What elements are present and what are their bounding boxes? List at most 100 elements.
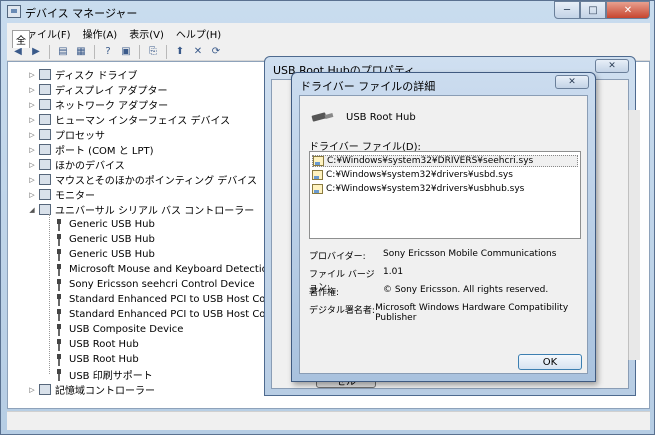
action-pane-icon[interactable]: ▣ <box>119 45 133 59</box>
help-icon[interactable]: ? <box>101 45 115 59</box>
tree-label: Generic USB Hub <box>69 249 155 260</box>
driver-file-path: C:¥Windows¥system32¥drivers¥usbhub.sys <box>326 184 525 194</box>
dialog-body: USB Root Hub ドライバー ファイル(D): C:¥Windows¥s… <box>299 95 588 374</box>
device-manager-icon <box>7 5 21 18</box>
tree-device-item[interactable]: Generic USB Hub <box>53 247 155 262</box>
properties-scrollbar[interactable] <box>628 110 640 360</box>
tree-label: Sony Ericsson seehcri Control Device <box>69 279 255 290</box>
tree-category-storage[interactable]: ▷ 記憶域コントローラー <box>28 382 155 397</box>
expand-arrow-icon[interactable]: ▷ <box>28 116 36 124</box>
tree-device-item[interactable]: Generic USB Hub <box>53 232 155 247</box>
usb-plug-icon <box>55 353 63 366</box>
usb-plug-icon <box>55 218 63 231</box>
tree-device-item[interactable]: USB Root Hub <box>53 352 139 367</box>
expand-arrow-icon[interactable]: ▷ <box>28 176 36 184</box>
tree-label: USB Root Hub <box>69 339 139 350</box>
tree-device-item[interactable]: Standard Enhanced PCI to USB Host Contro… <box>53 307 297 322</box>
tree-device-item[interactable]: USB Composite Device <box>53 322 183 337</box>
hid-icon <box>39 114 51 125</box>
tree-category-port[interactable]: ▷ ポート (COM と LPT) <box>28 142 154 157</box>
copyright-value: © Sony Ericsson. All rights reserved. <box>383 285 549 295</box>
tree-category-processor[interactable]: ▷ プロセッサ <box>28 127 105 142</box>
expand-arrow-icon[interactable]: ▷ <box>28 146 36 154</box>
usb-plug-icon <box>55 248 63 261</box>
provider-row: プロバイダー: Sony Ericsson Mobile Communicati… <box>309 249 556 263</box>
tree-label: Generic USB Hub <box>69 219 155 230</box>
update-driver-icon[interactable]: ⬆ <box>173 45 187 59</box>
driver-file-path: C:¥Windows¥system32¥DRIVERS¥seehcri.sys <box>327 156 534 166</box>
tree-category-other[interactable]: ▷ ほかのデバイス <box>28 157 125 172</box>
disable-device-icon[interactable]: ⟳ <box>209 45 223 59</box>
show-hide-console-tree-icon[interactable]: ▤ <box>56 45 70 59</box>
properties-close-button[interactable]: ✕ <box>595 59 629 73</box>
tree-label: ディスプレイ アダプター <box>55 86 168 97</box>
dialog-close-button[interactable]: ✕ <box>555 75 589 89</box>
expand-arrow-icon[interactable]: ▷ <box>28 191 36 199</box>
expand-arrow-icon[interactable]: ▷ <box>28 101 36 109</box>
toolbar-separator <box>166 44 167 59</box>
usb-plug-icon <box>55 338 63 351</box>
driver-file-details-dialog: ドライバー ファイルの詳細 ✕ USB Root Hub ドライバー ファイル(… <box>291 72 596 382</box>
title-bar[interactable]: デバイス マネージャー ─ □ ✕ <box>1 1 654 23</box>
menu-view[interactable]: 表示(V) <box>123 26 170 41</box>
tree-category-hid[interactable]: ▷ ヒューマン インターフェイス デバイス <box>28 112 230 127</box>
usb-plug-icon <box>55 233 63 246</box>
uninstall-icon[interactable]: ✕ <box>191 45 205 59</box>
toolbar-separator <box>94 44 95 59</box>
tree-category-usb[interactable]: ◢ ユニバーサル シリアル バス コントローラー <box>28 202 254 217</box>
tab-general[interactable]: 全 <box>12 30 30 48</box>
other-device-icon <box>39 159 51 170</box>
close-button[interactable]: ✕ <box>606 1 650 19</box>
provider-value: Sony Ericsson Mobile Communications <box>383 249 557 259</box>
tree-connector-line <box>49 214 50 374</box>
version-row: ファイル バージョン: 1.01 <box>309 267 403 293</box>
expand-arrow-icon[interactable]: ▷ <box>28 86 36 94</box>
tree-label: Generic USB Hub <box>69 234 155 245</box>
collapse-arrow-icon[interactable]: ◢ <box>28 206 36 214</box>
toolbar-separator <box>49 44 50 59</box>
expand-arrow-icon[interactable]: ▷ <box>28 71 36 79</box>
tree-category-network[interactable]: ▷ ネットワーク アダプター <box>28 97 168 112</box>
tree-label: 記憶域コントローラー <box>55 386 155 397</box>
forward-icon[interactable]: ▶ <box>29 45 43 59</box>
tree-category-display[interactable]: ▷ ディスプレイ アダプター <box>28 82 167 97</box>
driver-file-row[interactable]: C:¥Windows¥system32¥drivers¥usbd.sys <box>312 169 578 181</box>
driver-file-row[interactable]: C:¥Windows¥system32¥DRIVERS¥seehcri.sys <box>312 155 578 167</box>
tree-label: プロセッサ <box>55 131 105 142</box>
driver-file-icon <box>312 170 323 180</box>
tree-label: USB Composite Device <box>69 324 184 335</box>
tree-label: マウスとそのほかのポインティング デバイス <box>55 176 257 187</box>
monitor-icon <box>39 189 51 200</box>
properties-icon[interactable]: ▦ <box>74 45 88 59</box>
usb-plug-icon <box>55 278 63 291</box>
signer-label: デジタル署名者: <box>309 306 375 316</box>
tree-category-monitor[interactable]: ▷ モニター <box>28 187 95 202</box>
menu-action[interactable]: 操作(A) <box>77 26 124 41</box>
tree-device-item[interactable]: Generic USB Hub <box>53 217 155 232</box>
minimize-button[interactable]: ─ <box>554 1 580 19</box>
tree-device-item[interactable]: Standard Enhanced PCI to USB Host Contro… <box>53 292 297 307</box>
tree-label: モニター <box>55 191 95 202</box>
usb-device-icon <box>312 110 334 124</box>
tree-device-item[interactable]: Sony Ericsson seehcri Control Device <box>53 277 255 292</box>
driver-file-row[interactable]: C:¥Windows¥system32¥drivers¥usbhub.sys <box>312 183 578 195</box>
tree-label: ユニバーサル シリアル バス コントローラー <box>55 206 255 217</box>
port-icon <box>39 144 51 155</box>
tree-device-item[interactable]: USB 印刷サポート <box>53 367 153 382</box>
dialog-title: ドライバー ファイルの詳細 <box>300 80 436 93</box>
tree-category-disk[interactable]: ▷ ディスク ドライブ <box>28 67 137 82</box>
scan-hardware-icon[interactable]: ⎘ <box>146 45 160 59</box>
ok-button[interactable]: OK <box>518 354 582 370</box>
signer-value: Microsoft Windows Hardware Compatibility… <box>375 303 569 323</box>
expand-arrow-icon[interactable]: ▷ <box>28 161 36 169</box>
expand-arrow-icon[interactable]: ▷ <box>28 131 36 139</box>
tree-device-item[interactable]: USB Root Hub <box>53 337 139 352</box>
usb-plug-icon <box>55 263 63 276</box>
tree-label: ポート (COM と LPT) <box>55 146 154 157</box>
driver-files-list[interactable]: C:¥Windows¥system32¥DRIVERS¥seehcri.sys … <box>309 151 581 239</box>
expand-arrow-icon[interactable]: ▷ <box>28 386 36 394</box>
maximize-button[interactable]: □ <box>580 1 606 19</box>
copyright-label: 著作権: <box>309 288 340 298</box>
menu-help[interactable]: ヘルプ(H) <box>170 26 227 41</box>
tree-category-mouse[interactable]: ▷ マウスとそのほかのポインティング デバイス <box>28 172 257 187</box>
